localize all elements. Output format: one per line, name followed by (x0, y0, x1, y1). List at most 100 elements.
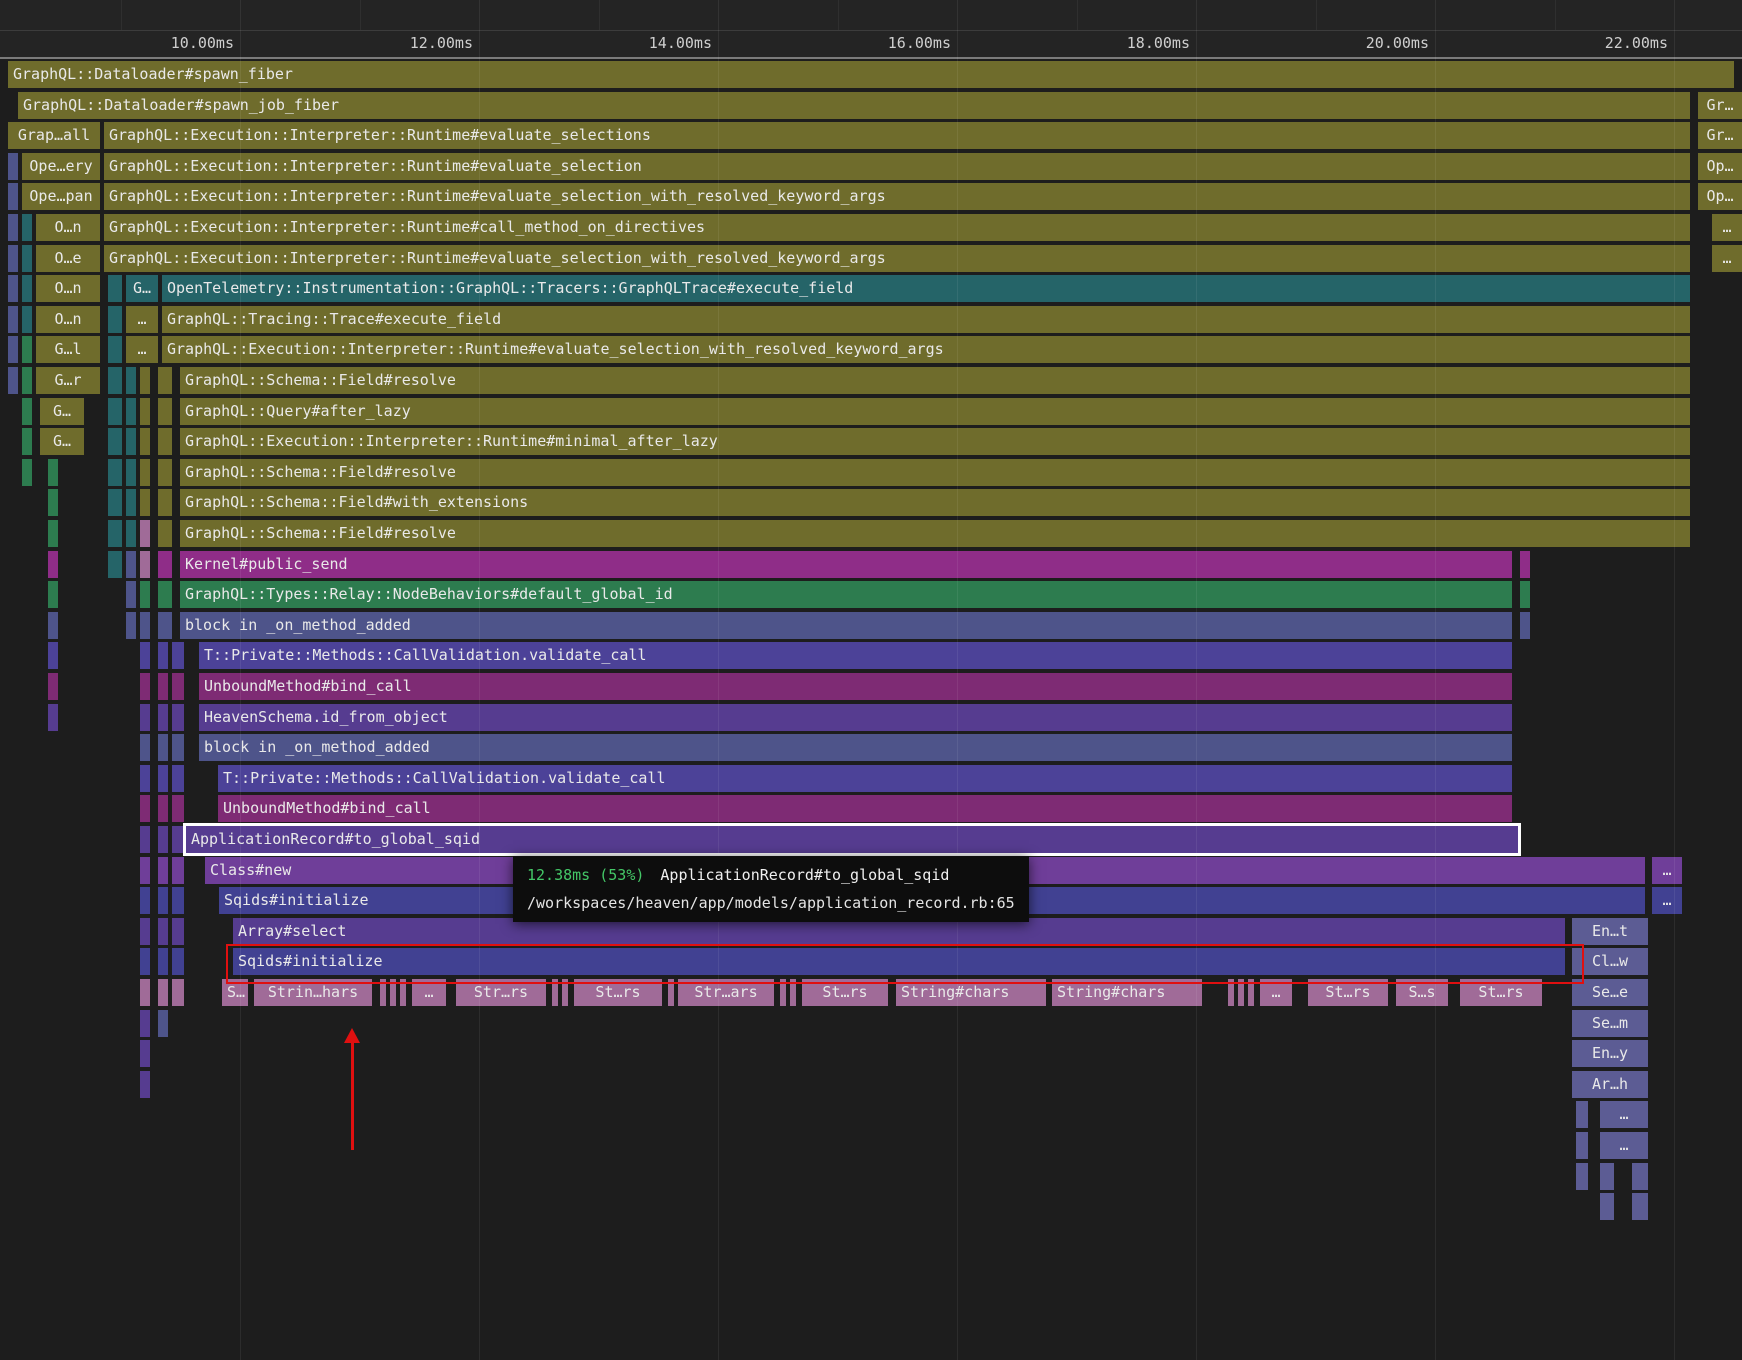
flame-frame-fragment[interactable] (158, 887, 168, 914)
flame-frame-fragment[interactable] (140, 1010, 150, 1037)
flame-frame[interactable]: GraphQL::Dataloader#spawn_job_fiber (18, 92, 1690, 119)
flame-frame-fragment[interactable] (8, 306, 18, 333)
flame-frame[interactable]: GraphQL::Execution::Interpreter::Runtime… (104, 245, 1690, 272)
flame-frame[interactable]: G…r (36, 367, 100, 394)
flame-frame-fragment[interactable] (126, 459, 136, 486)
flame-frame-fragment[interactable] (140, 948, 150, 975)
flame-frame-fragment[interactable] (158, 551, 172, 578)
flame-frame-fragment[interactable] (22, 245, 32, 272)
flame-frame-fragment[interactable] (1520, 612, 1530, 639)
flame-frame-fragment[interactable] (48, 704, 58, 731)
flame-frame[interactable]: block in _on_method_added (199, 734, 1512, 761)
flame-frame-fragment[interactable] (140, 612, 150, 639)
flame-frame-fragment[interactable] (8, 245, 18, 272)
flame-frame-fragment[interactable] (140, 551, 150, 578)
flame-frame-fragment[interactable] (48, 551, 58, 578)
flame-frame[interactable]: block in _on_method_added (180, 612, 1512, 639)
flame-frame[interactable]: Gr… (1698, 122, 1742, 149)
flame-frame[interactable]: … (1600, 1132, 1648, 1159)
flame-frame-fragment[interactable] (108, 398, 122, 425)
flame-frame[interactable]: ApplicationRecord#to_global_sqid (186, 826, 1518, 853)
flame-frame[interactable]: GraphQL::Execution::Interpreter::Runtime… (104, 153, 1690, 180)
flame-frame[interactable]: T::Private::Methods::CallValidation.vali… (218, 765, 1512, 792)
flame-frame-fragment[interactable] (140, 428, 150, 455)
flame-frame-fragment[interactable] (1600, 1193, 1614, 1220)
flame-frame-fragment[interactable] (158, 459, 172, 486)
flame-frame[interactable]: GraphQL::Query#after_lazy (180, 398, 1690, 425)
flame-frame[interactable]: GraphQL::Types::Relay::NodeBehaviors#def… (180, 581, 1512, 608)
flame-frame-fragment[interactable] (1632, 1163, 1648, 1190)
flame-frame-fragment[interactable] (140, 826, 150, 853)
flame-frame[interactable]: GraphQL::Schema::Field#with_extensions (180, 489, 1690, 516)
flame-frame[interactable]: O…n (36, 214, 100, 241)
flame-frame-fragment[interactable] (22, 367, 32, 394)
flame-frame-fragment[interactable] (108, 367, 122, 394)
flame-frame-fragment[interactable] (48, 612, 58, 639)
flame-frame-fragment[interactable] (108, 551, 122, 578)
flame-frame[interactable]: En…y (1572, 1040, 1648, 1067)
flame-frame-fragment[interactable] (158, 826, 168, 853)
flame-frame[interactable]: Kernel#public_send (180, 551, 1512, 578)
flame-frame[interactable]: O…e (36, 245, 100, 272)
flame-frame-fragment[interactable] (48, 459, 58, 486)
flame-frame-fragment[interactable] (126, 581, 136, 608)
flame-frame[interactable]: G… (126, 275, 158, 302)
flame-frame-fragment[interactable] (158, 612, 172, 639)
flame-frame[interactable]: G… (40, 398, 84, 425)
flame-frame-fragment[interactable] (126, 489, 136, 516)
flame-frame[interactable]: … (126, 336, 158, 363)
flame-frame[interactable]: UnboundMethod#bind_call (199, 673, 1512, 700)
flame-frame-fragment[interactable] (140, 704, 150, 731)
flame-frame-fragment[interactable] (140, 398, 150, 425)
flame-frame[interactable]: GraphQL::Execution::Interpreter::Runtime… (104, 214, 1690, 241)
flame-frame-fragment[interactable] (158, 765, 168, 792)
flame-frame-fragment[interactable] (172, 734, 184, 761)
flame-frame-fragment[interactable] (126, 551, 136, 578)
flame-frame-fragment[interactable] (48, 673, 58, 700)
flame-frame[interactable]: Gr… (1698, 92, 1742, 119)
flame-frame-fragment[interactable] (48, 642, 58, 669)
flame-frame-fragment[interactable] (172, 704, 184, 731)
flame-frame[interactable]: GraphQL::Schema::Field#resolve (180, 367, 1690, 394)
flame-frame[interactable]: GraphQL::Tracing::Trace#execute_field (162, 306, 1690, 333)
flame-frame-fragment[interactable] (8, 153, 18, 180)
flame-frame[interactable]: UnboundMethod#bind_call (218, 795, 1512, 822)
flame-frame[interactable]: GraphQL::Execution::Interpreter::Runtime… (180, 428, 1690, 455)
flame-frame-fragment[interactable] (172, 887, 184, 914)
flame-frame-fragment[interactable] (126, 612, 136, 639)
flame-frame-fragment[interactable] (158, 520, 172, 547)
flame-frame-fragment[interactable] (108, 459, 122, 486)
flame-frame-fragment[interactable] (8, 214, 18, 241)
flame-frame-fragment[interactable] (8, 183, 18, 210)
flame-frame-fragment[interactable] (22, 398, 32, 425)
flame-frame-fragment[interactable] (22, 306, 32, 333)
flame-frame-fragment[interactable] (48, 520, 58, 547)
flame-frame-fragment[interactable] (48, 581, 58, 608)
flame-frame[interactable]: Ope…pan (22, 183, 100, 210)
flame-frame[interactable]: GraphQL::Schema::Field#resolve (180, 520, 1690, 547)
flame-frame-fragment[interactable] (22, 336, 32, 363)
flame-frame[interactable]: GraphQL::Execution::Interpreter::Runtime… (104, 183, 1690, 210)
flame-frame[interactable]: Op… (1698, 153, 1742, 180)
flame-frame[interactable]: Grap…all (8, 122, 100, 149)
flame-frame-fragment[interactable] (158, 704, 168, 731)
flame-frame-fragment[interactable] (158, 581, 172, 608)
flame-frame[interactable]: HeavenSchema.id_from_object (199, 704, 1512, 731)
flame-frame-fragment[interactable] (1576, 1132, 1588, 1159)
flame-frame[interactable]: … (1652, 857, 1682, 884)
flame-frame-fragment[interactable] (140, 1071, 150, 1098)
flame-frame[interactable]: O…n (36, 275, 100, 302)
flame-frame-fragment[interactable] (172, 918, 184, 945)
flame-frame[interactable]: OpenTelemetry::Instrumentation::GraphQL:… (162, 275, 1690, 302)
flame-frame[interactable]: T::Private::Methods::CallValidation.vali… (199, 642, 1512, 669)
flame-frame-fragment[interactable] (158, 642, 168, 669)
flame-frame-fragment[interactable] (140, 765, 150, 792)
flame-frame[interactable]: GraphQL::Dataloader#spawn_fiber (8, 61, 1734, 88)
flame-frame[interactable]: GraphQL::Execution::Interpreter::Runtime… (162, 336, 1690, 363)
flame-frame-fragment[interactable] (1600, 1163, 1614, 1190)
flame-frame[interactable]: G… (40, 428, 84, 455)
flame-frame-fragment[interactable] (8, 275, 18, 302)
flame-frame-fragment[interactable] (126, 428, 136, 455)
flame-frame-fragment[interactable] (22, 428, 32, 455)
flame-frame-fragment[interactable] (1520, 551, 1530, 578)
